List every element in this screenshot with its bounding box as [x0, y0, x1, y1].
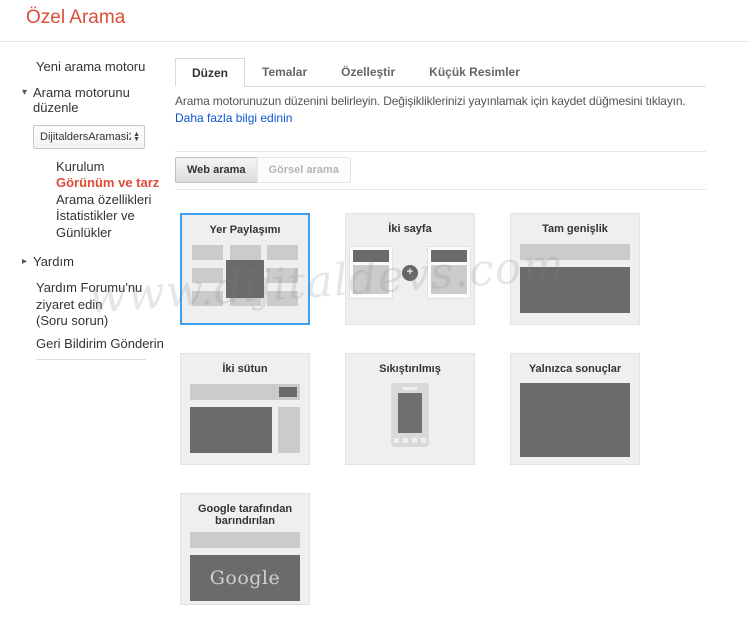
search-bar-block: [190, 384, 300, 400]
caret-down-icon: ▾: [22, 86, 28, 98]
plus-icon: +: [402, 264, 418, 281]
tab-kucuk-resimler[interactable]: Küçük Resimler: [412, 58, 537, 86]
mini-page: [427, 246, 471, 299]
search-type-toggle: Web arama Görsel arama: [175, 157, 706, 183]
tab-bar: Düzen Temalar Özelleştir Küçük Resimler: [175, 58, 706, 87]
sidebar-edit-engine-label: Arama motorunu düzenle: [33, 84, 130, 115]
phone-buttons: [391, 438, 429, 443]
layout-card-sikistirilmis[interactable]: Sıkıştırılmış: [345, 353, 475, 465]
layout-card-label: Yalnızca sonuçlar: [528, 363, 622, 375]
layout-card-tam-genislik[interactable]: Tam genişlik: [510, 213, 640, 325]
results-only-block: [520, 383, 630, 457]
image-search-toggle-button[interactable]: Görsel arama: [256, 157, 351, 183]
header-divider: [0, 41, 750, 42]
main-content: Düzen Temalar Özelleştir Küçük Resimler …: [175, 58, 706, 605]
phone-speaker: [403, 387, 417, 390]
search-bar-block: [190, 532, 300, 548]
tab-temalar[interactable]: Temalar: [245, 58, 324, 86]
engine-select-value: DijitaldersAramasi2: [40, 130, 132, 143]
layout-card-label: İki sütun: [222, 363, 268, 375]
accent-block: [279, 387, 297, 397]
sidebar-help-forum-link[interactable]: Yardım Forumu'nu ziyaret edin: [36, 280, 176, 313]
sidebar-engine-menu: Kurulum Görünüm ve tarz Arama özellikler…: [56, 159, 174, 242]
sidebar-divider: [36, 359, 146, 360]
caret-right-icon: ▸: [22, 256, 28, 267]
tab-ozellestir[interactable]: Özelleştir: [324, 58, 412, 86]
layout-card-google-hosted[interactable]: Google tarafından barındırılan Google: [180, 493, 310, 605]
layout-card-label: Google tarafından barındırılan: [197, 503, 293, 527]
sidebar-help-label: Yardım: [33, 254, 74, 269]
layout-card-yalnizca-sonuclar[interactable]: Yalnızca sonuçlar: [510, 353, 640, 465]
web-search-toggle-button[interactable]: Web arama: [175, 157, 258, 183]
learn-more-link[interactable]: Daha fazla bilgi edinin: [175, 111, 292, 125]
overlay-block: [226, 260, 264, 298]
two-page-layout-thumbnail: +: [346, 246, 474, 299]
layout-card-label: Sıkıştırılmış: [379, 363, 441, 375]
page-title: Özel Arama: [26, 7, 126, 28]
sidebar-item-arama-ozellikleri[interactable]: Arama özellikleri: [56, 192, 174, 209]
google-hosted-block: Google: [190, 555, 300, 601]
sidebar-feedback-link[interactable]: Geri Bildirim Gönderin: [36, 336, 174, 353]
phone-icon: [391, 383, 429, 447]
search-bar-block: [520, 244, 630, 260]
google-logo: Google: [209, 567, 281, 589]
layout-card-label: Yer Paylaşımı: [209, 224, 281, 236]
sidebar-item-kurulum[interactable]: Kurulum: [56, 159, 174, 176]
sort-arrows-icon: ▲ ▼: [133, 131, 140, 143]
layout-description: Arama motorunuzun düzenini belirleyin. D…: [175, 94, 686, 108]
two-column-thumbnail: [190, 407, 300, 453]
layout-card-iki-sayfa[interactable]: İki sayfa +: [345, 213, 475, 325]
results-block: [190, 407, 272, 453]
layout-card-iki-sutun[interactable]: İki sütun: [180, 353, 310, 465]
results-block: [520, 267, 630, 313]
overlay-layout-thumbnail: [192, 245, 298, 306]
side-column-block: [278, 407, 300, 453]
sidebar-ask-question-link[interactable]: (Soru sorun): [36, 313, 174, 330]
section-divider-top: [175, 151, 706, 152]
sidebar-edit-engine[interactable]: ▾ Arama motorunu düzenle: [22, 85, 174, 115]
layout-card-yer-paylasimi[interactable]: Yer Paylaşımı: [180, 213, 310, 325]
layout-card-label: Tam genişlik: [542, 223, 608, 235]
sort-down-glyph: ▼: [133, 135, 140, 143]
sidebar-item-istatistikler-ve-gunlukler[interactable]: İstatistikler ve Günlükler: [56, 208, 174, 241]
page-header: Özel Arama: [26, 7, 125, 29]
sidebar: Yeni arama motoru ▾ Arama motorunu düzen…: [22, 57, 174, 360]
sidebar-item-gorunum-ve-tarz[interactable]: Görünüm ve tarz: [56, 175, 174, 192]
tab-duzen[interactable]: Düzen: [175, 58, 245, 87]
engine-select-dropdown[interactable]: DijitaldersAramasi2 ▲ ▼: [33, 124, 145, 149]
layout-options-grid: Yer Paylaşımı İki sayfa + Tam genişlik İ…: [180, 213, 706, 605]
section-divider-bottom: [175, 189, 706, 190]
mini-page: [349, 246, 393, 299]
layout-card-label: İki sayfa: [388, 223, 432, 235]
sidebar-new-engine-link[interactable]: Yeni arama motoru: [36, 59, 174, 76]
phone-screen: [398, 393, 422, 433]
sidebar-help[interactable]: ▸ Yardım: [22, 254, 174, 270]
